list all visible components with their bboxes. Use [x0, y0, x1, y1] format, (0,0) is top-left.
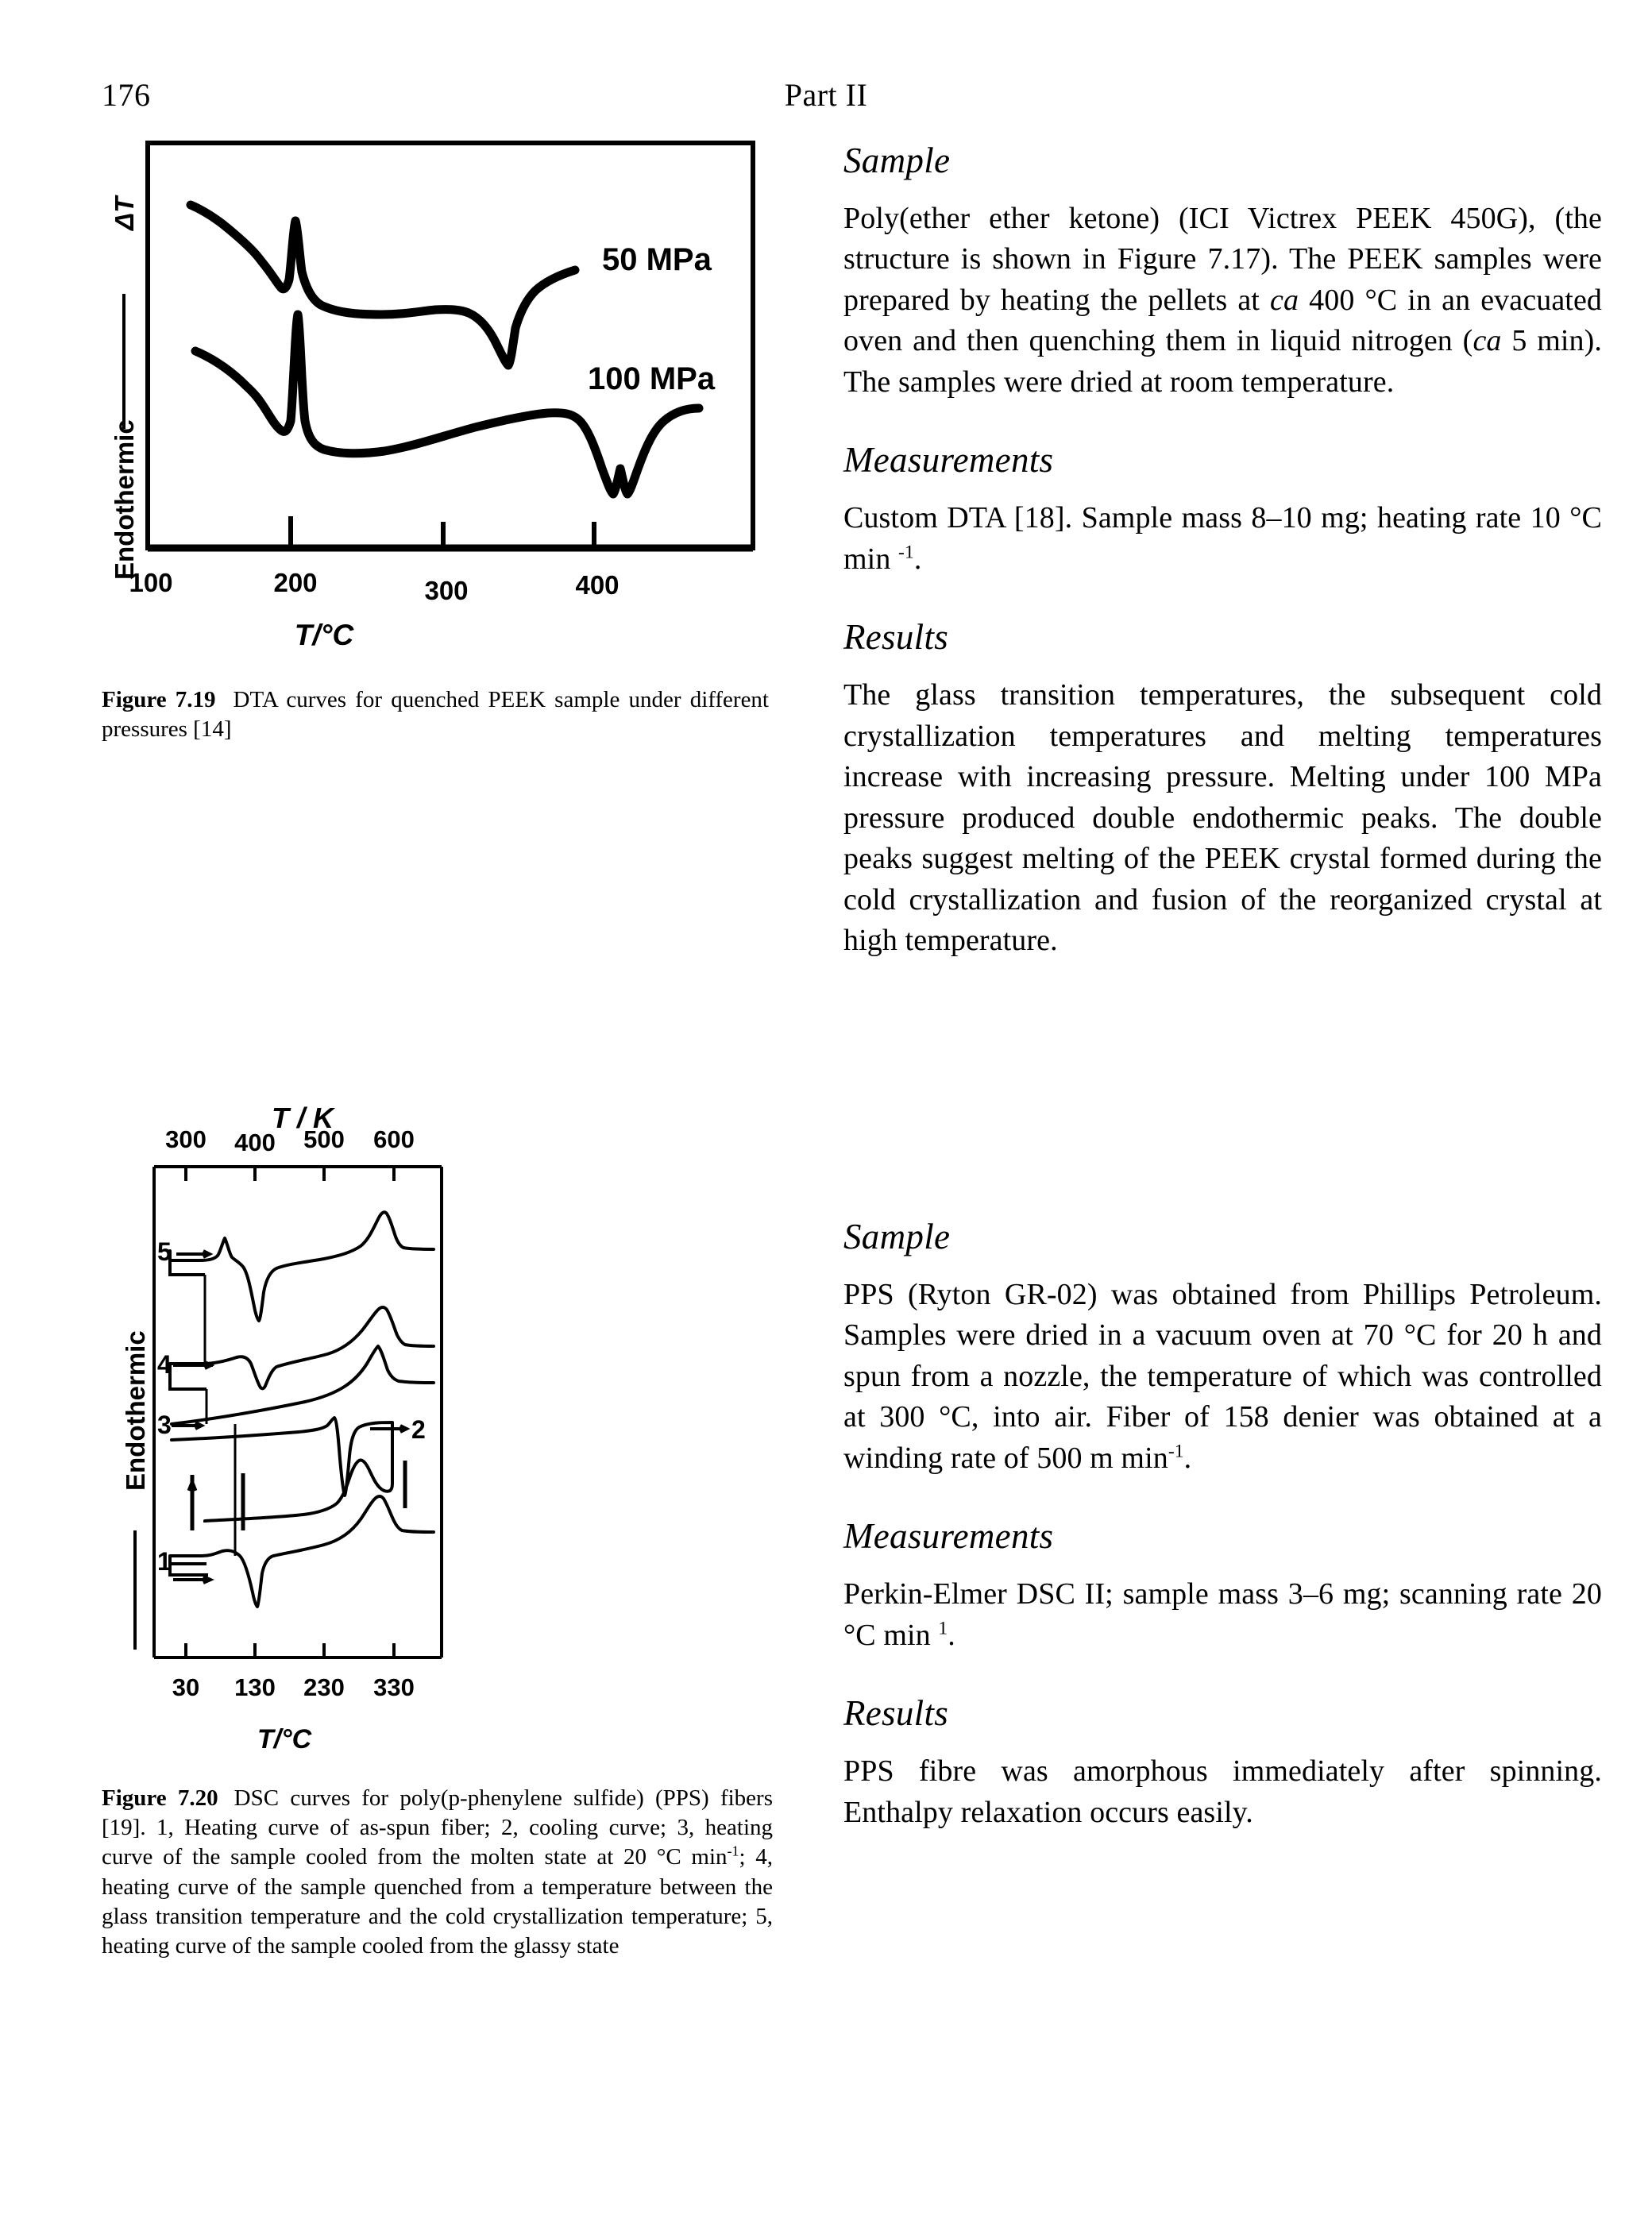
fig719-y-axis-title: Endothermic	[110, 419, 139, 580]
figure-7-19: Endothermic ΔT 50 MPa 100 MPa 100 200 30…	[102, 135, 809, 744]
paragraph-pps-sample: PPS (Ryton GR-02) was obtained from Phil…	[843, 1277, 1602, 1475]
fig719-label-100mpa: 100 MPa	[588, 361, 716, 396]
heading-pps-results: Results	[843, 1693, 949, 1734]
fig719-curve-50mpa	[186, 200, 580, 370]
paragraph-pps-measurements: Perkin-Elmer DSC II; sample mass 3–6 mg;…	[843, 1577, 1602, 1652]
fig720-x-axis-title-top: T / K	[272, 1102, 334, 1135]
fig719-xtick-label-300: 300	[424, 576, 468, 605]
fig720-xtick-bottom-330: 330	[373, 1673, 415, 1701]
fig720-label-1: 1	[157, 1547, 172, 1576]
heading-pps-sample: Sample	[843, 1216, 951, 1256]
heading-peek-sample: Sample	[843, 141, 951, 180]
fig719-y-axis-symbol: ΔT	[110, 196, 139, 230]
dsc-pps-plot: T / K Endothermic 300 400 500 600 5 4 3 …	[116, 1102, 592, 1729]
heading-pps-measurements: Measurements	[843, 1516, 1054, 1557]
left-column: Endothermic ΔT 50 MPa 100 MPa 100 200 30…	[102, 135, 809, 1961]
fig720-canvas: 300 400 500 600 5 4 3 1 2 30 130 230 330	[152, 1125, 443, 1701]
fig720-xtick-bottom-30: 30	[172, 1673, 199, 1701]
fig720-label-2: 2	[411, 1415, 426, 1444]
fig719-xtick-label-400: 400	[575, 570, 619, 600]
fig719-curve-100mpa	[191, 310, 704, 499]
fig720-curve-1	[168, 1495, 435, 1609]
fig720-curve-5	[168, 1210, 435, 1323]
fig720-xtick-bottom-230: 230	[303, 1673, 345, 1701]
fig719-xtick-label-200: 200	[273, 568, 317, 597]
fig720-label-4: 4	[157, 1350, 172, 1379]
fig720-label-3: 3	[157, 1411, 172, 1439]
running-head: Part II	[784, 77, 868, 113]
heading-peek-measurements: Measurements	[843, 440, 1054, 480]
fig720-y-axis-title: Endothermic	[121, 1330, 150, 1492]
figure-7-20-caption-sup: -1	[727, 1843, 739, 1859]
fig719-label-50mpa: 50 MPa	[602, 242, 712, 277]
paragraph-peek-sample: Poly(ether ether ketone) (ICI Victrex PE…	[843, 202, 1603, 399]
heading-peek-results: Results	[843, 617, 949, 658]
fig719-y-axis-rule	[122, 294, 125, 429]
fig720-curve-3	[170, 1345, 435, 1426]
fig720-curve-4	[168, 1306, 435, 1391]
figure-7-19-caption-label: Figure 7.19	[102, 687, 216, 712]
right-column: Sample Poly(ether ether ketone) (ICI Vic…	[843, 140, 1602, 1870]
figure-7-19-caption: Figure 7.19 DTA curves for quenched PEEK …	[102, 685, 769, 744]
paragraph-peek-results: The glass transition temperatures, the s…	[843, 678, 1602, 958]
fig719-canvas: 50 MPa 100 MPa 100 200 300 400	[129, 141, 755, 605]
figure-7-20-caption: Figure 7.20 DSC curves for poly(p-phenyle…	[102, 1784, 773, 1961]
fig720-curve-4-stub	[168, 1364, 206, 1391]
fig720-xtick-bottom-130: 130	[234, 1673, 276, 1701]
fig720-curve-5-stub	[168, 1260, 205, 1277]
paragraph-peek-measurements: Custom DTA [18]. Sample mass 8–10 mg; he…	[843, 501, 1602, 576]
figure-7-20: T / K Endothermic 300 400 500 600 5 4 3 …	[102, 1102, 809, 1961]
document-page: 176 Part II Endothermic ΔT 50 MPa 100 MP…	[0, 0, 1652, 2223]
column-spacer	[843, 1003, 1602, 1216]
figure-7-20-caption-label: Figure 7.20	[102, 1785, 218, 1812]
fig720-label-5: 5	[157, 1237, 172, 1266]
fig720-curve-2	[170, 1416, 394, 1523]
fig719-x-axis-title: T/°C	[294, 619, 354, 651]
paragraph-pps-results: PPS fibre was amorphous immediately afte…	[843, 1754, 1602, 1829]
dta-peek-plot: Endothermic ΔT 50 MPa 100 MPa 100 200 30…	[102, 135, 765, 608]
fig720-y-axis-rule	[133, 1530, 137, 1650]
